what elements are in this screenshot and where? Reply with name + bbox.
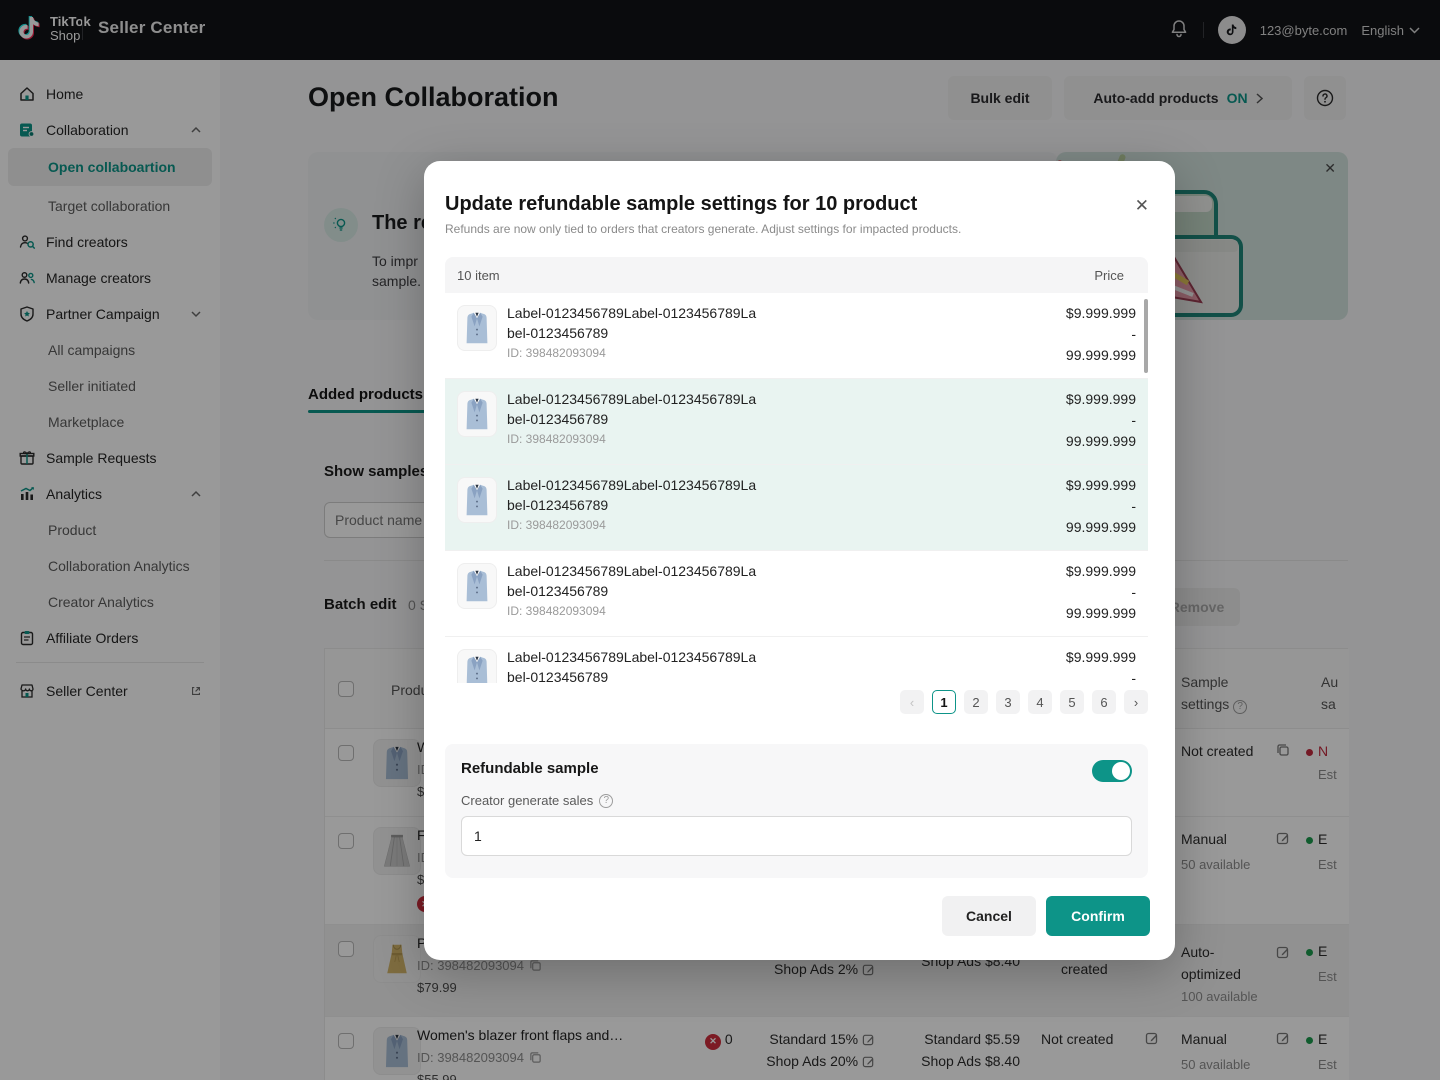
- pagination-page-2[interactable]: 2: [964, 690, 988, 714]
- product-price: $9.999.999 - 99.999.999: [1016, 647, 1136, 683]
- list-item[interactable]: Label-0123456789Label-0123456789Label-01…: [445, 379, 1148, 465]
- product-price: $9.999.999 - 99.999.999: [1016, 303, 1136, 366]
- price-line: 99.999.999: [1016, 603, 1136, 624]
- field-label-text: Creator generate sales: [461, 793, 593, 808]
- price-line: $9.999.999: [1016, 647, 1136, 668]
- product-image-blazer: [457, 563, 497, 609]
- product-image-blazer: [457, 477, 497, 523]
- pagination-next-icon[interactable]: ›: [1124, 690, 1148, 714]
- product-price: $9.999.999 - 99.999.999: [1016, 389, 1136, 452]
- refundable-sample-panel: Refundable sample Creator generate sales…: [445, 744, 1148, 878]
- pagination-page-5[interactable]: 5: [1060, 690, 1084, 714]
- price-line: -: [1016, 410, 1136, 431]
- product-price: $9.999.999 - 99.999.999: [1016, 561, 1136, 624]
- creator-generate-sales-input[interactable]: [461, 816, 1132, 856]
- modal-subtitle: Refunds are now only tied to orders that…: [445, 222, 961, 236]
- price-line: $9.999.999: [1016, 389, 1136, 410]
- list-item[interactable]: Label-0123456789Label-0123456789Label-01…: [445, 465, 1148, 551]
- price-line: $9.999.999: [1016, 475, 1136, 496]
- price-line: -: [1016, 668, 1136, 683]
- close-icon[interactable]: ✕: [1135, 197, 1149, 214]
- product-id: ID: 398482093094: [507, 432, 797, 446]
- product-price: $9.999.999 - 99.999.999: [1016, 475, 1136, 538]
- price-line: 99.999.999: [1016, 431, 1136, 452]
- toggle-knob: [1112, 762, 1130, 780]
- cancel-button[interactable]: Cancel: [942, 896, 1036, 936]
- product-title: Label-0123456789Label-0123456789Label-01…: [507, 475, 763, 515]
- list-item[interactable]: Label-0123456789Label-0123456789Label-01…: [445, 293, 1148, 379]
- pagination-page-1[interactable]: 1: [932, 690, 956, 714]
- price-line: 99.999.999: [1016, 345, 1136, 366]
- price-line: -: [1016, 324, 1136, 345]
- price-line: $9.999.999: [1016, 303, 1136, 324]
- price-line: -: [1016, 582, 1136, 603]
- product-title: Label-0123456789Label-0123456789Label-01…: [507, 647, 763, 683]
- pagination: ‹ 1 2 3 4 5 6 ›: [900, 690, 1148, 714]
- price-column-label: Price: [1094, 268, 1124, 283]
- list-header: 10 item Price: [445, 257, 1148, 293]
- confirm-button[interactable]: Confirm: [1046, 896, 1150, 936]
- product-image-blazer: [457, 305, 497, 351]
- pagination-page-6[interactable]: 6: [1092, 690, 1116, 714]
- update-refundable-sample-modal: ✕ Update refundable sample settings for …: [424, 161, 1175, 960]
- item-count: 10 item: [457, 268, 500, 283]
- product-title: Label-0123456789Label-0123456789Label-01…: [507, 389, 763, 429]
- creator-generate-sales-label: Creator generate sales ?: [461, 793, 1132, 808]
- screen: TikTok Shop Seller Center 123@byte.com E…: [0, 0, 1440, 1080]
- question-circle-icon[interactable]: ?: [599, 794, 613, 808]
- product-id: ID: 398482093094: [507, 518, 797, 532]
- product-image-blazer: [457, 649, 497, 683]
- list-item[interactable]: Label-0123456789Label-0123456789Label-01…: [445, 637, 1148, 683]
- product-id: ID: 398482093094: [507, 604, 797, 618]
- price-line: $9.999.999: [1016, 561, 1136, 582]
- modal-title: Update refundable sample settings for 10…: [445, 193, 917, 216]
- refundable-sample-label: Refundable sample: [461, 760, 1132, 777]
- price-line: -: [1016, 496, 1136, 517]
- modal-footer: Cancel Confirm: [942, 896, 1150, 936]
- product-image-blazer: [457, 391, 497, 437]
- pagination-page-4[interactable]: 4: [1028, 690, 1052, 714]
- product-title: Label-0123456789Label-0123456789Label-01…: [507, 561, 763, 601]
- list-item[interactable]: Label-0123456789Label-0123456789Label-01…: [445, 551, 1148, 637]
- product-list[interactable]: Label-0123456789Label-0123456789Label-01…: [445, 293, 1148, 683]
- product-title: Label-0123456789Label-0123456789Label-01…: [507, 303, 763, 343]
- refundable-sample-toggle[interactable]: [1092, 760, 1132, 782]
- product-id: ID: 398482093094: [507, 346, 797, 360]
- pagination-prev-icon[interactable]: ‹: [900, 690, 924, 714]
- price-line: 99.999.999: [1016, 517, 1136, 538]
- pagination-page-3[interactable]: 3: [996, 690, 1020, 714]
- list-scrollbar[interactable]: [1144, 299, 1148, 373]
